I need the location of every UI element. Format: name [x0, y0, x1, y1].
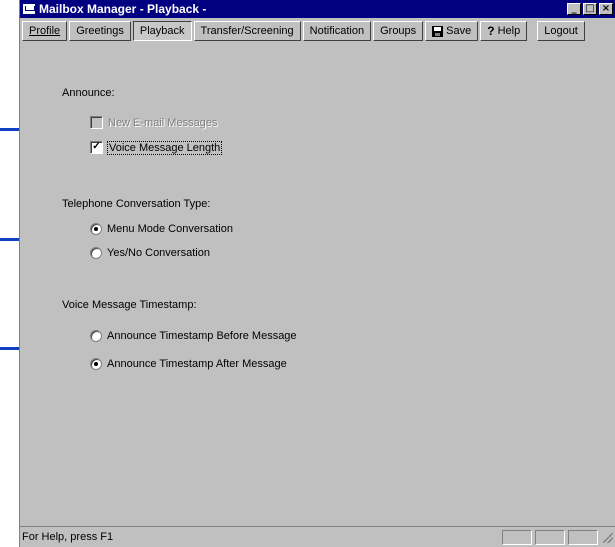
playback-label: Playback — [139, 25, 185, 37]
timestamp-after-radio[interactable]: Announce Timestamp After Message — [90, 358, 287, 370]
menu-mode-radio-button[interactable] — [90, 223, 102, 235]
yes-no-radio[interactable]: Yes/No Conversation — [90, 247, 210, 259]
mailbox-manager-window: Mailbox Manager - Playback - _ □ × Profi… — [19, 0, 615, 547]
timestamp-before-label: Announce Timestamp Before Message — [107, 330, 297, 342]
window-title: Mailbox Manager - Playback - — [39, 2, 207, 16]
timestamp-after-label: Announce Timestamp After Message — [107, 358, 287, 370]
notification-button[interactable]: Notification — [302, 21, 372, 41]
status-pane-2 — [535, 529, 565, 545]
timestamp-before-radio-button[interactable] — [90, 330, 102, 342]
minimize-button[interactable]: _ — [567, 3, 581, 15]
help-button[interactable]: ? Help — [480, 21, 528, 41]
yes-no-label: Yes/No Conversation — [107, 247, 210, 259]
mailbox-icon[interactable] — [23, 4, 35, 14]
announce-heading: Announce: — [62, 87, 115, 99]
profile-button[interactable]: Profile — [22, 21, 68, 41]
save-button[interactable]: Save — [425, 21, 479, 41]
timestamp-before-radio[interactable]: Announce Timestamp Before Message — [90, 330, 297, 342]
playback-button[interactable]: Playback — [132, 21, 192, 41]
menu-mode-radio[interactable]: Menu Mode Conversation — [90, 223, 233, 235]
notification-label: Notification — [309, 25, 365, 37]
yes-no-radio-button[interactable] — [90, 247, 102, 259]
menu-mode-label: Menu Mode Conversation — [107, 223, 233, 235]
question-mark-icon: ? — [487, 24, 495, 38]
playback-settings-panel: Announce: New E-mail Messages ✓ Voice Me… — [20, 46, 615, 525]
resize-grip-icon[interactable] — [601, 531, 613, 543]
new-email-label: New E-mail Messages — [108, 116, 218, 129]
voice-length-label: Voice Message Length — [106, 140, 223, 155]
close-button[interactable]: × — [599, 3, 613, 15]
title-bar[interactable]: Mailbox Manager - Playback - _ □ × — [20, 0, 615, 18]
new-email-check-box[interactable] — [90, 116, 103, 129]
status-pane-1 — [502, 529, 532, 545]
status-pane-3 — [568, 529, 598, 545]
status-text: For Help, press F1 — [22, 531, 114, 543]
status-bar: For Help, press F1 — [20, 526, 615, 547]
floppy-disk-icon — [432, 25, 444, 37]
groups-label: Groups — [380, 25, 417, 37]
timestamp-after-radio-button[interactable] — [90, 358, 102, 370]
toolbar: Profile Greetings Playback Transfer/Scre… — [20, 19, 615, 43]
transfer-screening-button[interactable]: Transfer/Screening — [193, 21, 301, 41]
timestamp-heading: Voice Message Timestamp: — [62, 299, 197, 311]
logout-button[interactable]: Logout — [537, 21, 585, 41]
groups-button[interactable]: Groups — [373, 21, 424, 41]
conversation-heading: Telephone Conversation Type: — [62, 198, 211, 210]
maximize-button[interactable]: □ — [583, 3, 597, 15]
greetings-button[interactable]: Greetings — [69, 21, 131, 41]
logout-label: Logout — [544, 25, 578, 37]
new-email-messages-checkbox[interactable]: New E-mail Messages — [90, 116, 217, 129]
save-label: Save — [446, 25, 472, 37]
voice-length-check-box[interactable]: ✓ — [90, 141, 103, 154]
transfer-screening-label: Transfer/Screening — [200, 25, 294, 37]
help-label: Help — [497, 25, 521, 37]
greetings-label: Greetings — [76, 25, 124, 37]
voice-message-length-checkbox[interactable]: ✓ Voice Message Length — [90, 140, 223, 155]
profile-label: Profile — [29, 25, 61, 37]
